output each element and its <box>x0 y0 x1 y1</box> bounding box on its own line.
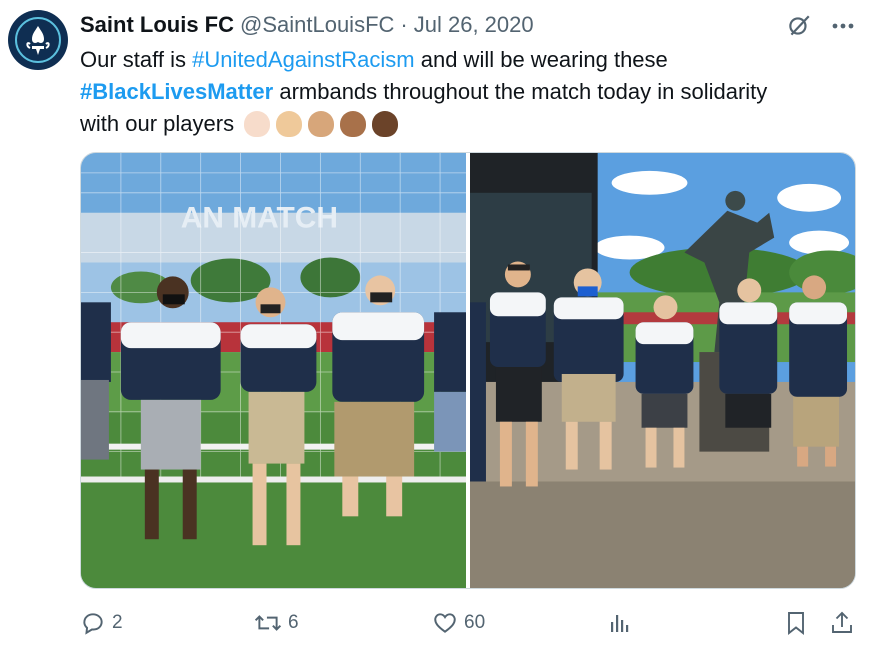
hashtag-link[interactable]: #BlackLivesMatter <box>80 76 273 108</box>
grok-icon[interactable] <box>785 12 813 40</box>
raised-fist-emojis <box>244 111 399 137</box>
text-segment: and will be wearing these <box>414 47 668 72</box>
separator-dot: · <box>400 12 408 37</box>
reply-button[interactable]: 2 <box>80 610 123 636</box>
photo-statue-staff[interactable] <box>470 153 855 588</box>
raised-fist-emoji <box>372 111 399 137</box>
saint-louis-fc-logo <box>9 11 67 69</box>
raised-fist-emoji <box>308 111 335 137</box>
header-icons <box>785 12 857 40</box>
tweet-header: Saint Louis FC @SaintLouisFC · Jul 26, 2… <box>80 10 534 40</box>
tweet-text: Our staff is #UnitedAgainstRacism and wi… <box>80 44 840 140</box>
text-segment: armbands throughout the match today in s… <box>273 79 768 104</box>
raised-fist-emoji <box>340 111 367 137</box>
hashtag-link[interactable]: #UnitedAgainstRacism <box>192 44 415 76</box>
like-button[interactable]: 60 <box>432 610 485 636</box>
bookmark-button[interactable] <box>784 610 808 636</box>
bookmark-icon <box>788 612 804 635</box>
retweet-icon <box>254 615 282 631</box>
share-icon <box>832 611 852 633</box>
text-segment: with our players <box>80 111 235 136</box>
like-count: 60 <box>464 612 486 633</box>
raised-fist-emoji <box>244 111 271 137</box>
text-segment: Our staff is <box>80 47 193 72</box>
action-bar: 2 6 60 <box>80 606 856 640</box>
reply-count: 2 <box>112 612 123 633</box>
retweet-button[interactable]: 6 <box>254 610 299 636</box>
views-button[interactable] <box>608 611 632 635</box>
views-icon <box>611 615 629 632</box>
display-name[interactable]: Saint Louis FC <box>80 12 234 38</box>
retweet-count: 6 <box>288 612 299 633</box>
stadium-banner-text: AN MATCH <box>181 202 338 235</box>
media-grid: AN MATCH <box>80 152 856 589</box>
avatar[interactable] <box>8 10 68 70</box>
photo-field-staff[interactable]: AN MATCH <box>81 153 466 588</box>
like-icon <box>434 613 456 633</box>
raised-fist-emoji <box>276 111 303 137</box>
more-icon[interactable] <box>829 12 857 40</box>
user-handle[interactable]: @SaintLouisFC <box>240 12 394 38</box>
reply-icon <box>83 613 103 635</box>
tweet-date[interactable]: Jul 26, 2020 <box>414 12 534 38</box>
share-button[interactable] <box>830 610 854 636</box>
